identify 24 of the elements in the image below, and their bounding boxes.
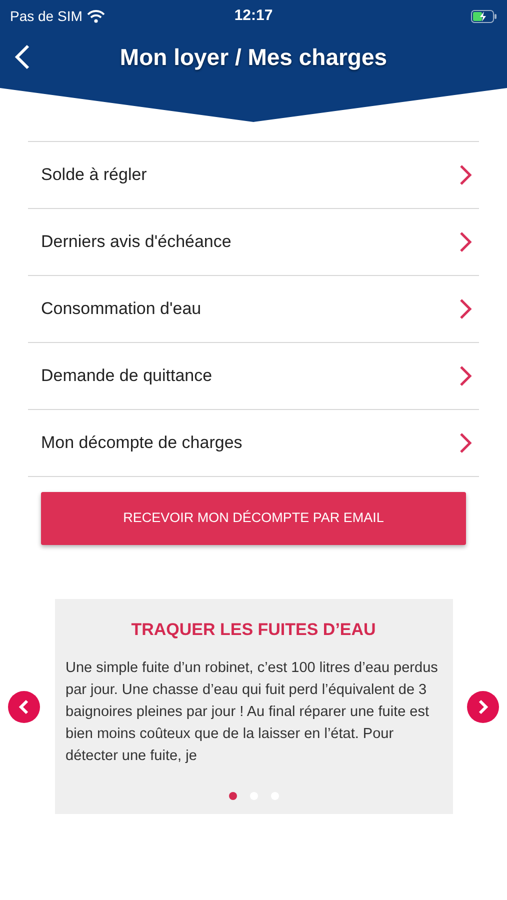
page-title: Mon loyer / Mes charges: [120, 42, 388, 72]
menu-item[interactable]: Derniers avis d'échéance: [28, 209, 479, 276]
chevron-right-icon: [459, 432, 473, 454]
menu-item[interactable]: Mon décompte de charges: [28, 410, 479, 477]
tip-text: Une simple fuite d’un robinet, c’est 100 litres d’eau perdus par jour. Une chasse d’eau qui fuit perd l’équivalent de 3 baignoires pleines par jour ! Au final réparer une fuite est bien moins coûteux que de la laisser en l’état. Pour détecter une fuite, je: [66, 658, 439, 766]
menu-item[interactable]: Demande de quittance: [28, 343, 479, 410]
chevron-right-icon: [459, 298, 473, 320]
back-button[interactable]: [12, 42, 32, 72]
chevron-right-icon: [459, 365, 473, 387]
status-time: 12:17: [234, 6, 273, 26]
next-button[interactable]: [467, 690, 499, 722]
chevron-right-icon: [459, 231, 473, 253]
email-button[interactable]: RECEVOIR MON DÉCOMPTE PAR EMAIL: [41, 492, 466, 545]
tip-title: TRAQUER LES FUITES D’EAU: [131, 619, 376, 641]
chevron-left-icon: [18, 698, 30, 714]
previous-button[interactable]: [8, 690, 40, 722]
menu-item[interactable]: Solde à régler: [28, 142, 479, 209]
back-icon: [14, 44, 30, 70]
carrier-label: Pas de SIM: [10, 6, 82, 26]
battery-charging-icon: [471, 10, 497, 22]
chevron-right-icon: [477, 698, 489, 714]
chevron-right-icon: [459, 164, 473, 186]
menu-item[interactable]: Consommation d'eau: [28, 276, 479, 343]
wifi-icon: [87, 10, 106, 22]
